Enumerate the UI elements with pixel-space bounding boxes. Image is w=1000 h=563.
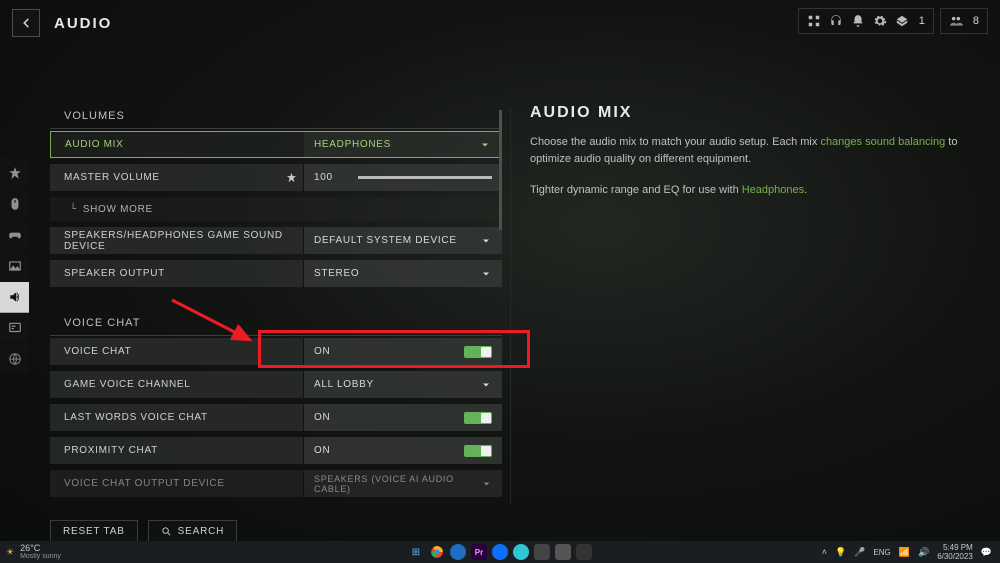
rail-graphics[interactable] <box>0 251 29 282</box>
search-icon <box>161 526 172 537</box>
row-last-words[interactable]: LAST WORDS VOICE CHAT ON <box>50 404 502 431</box>
grid-icon <box>807 14 821 28</box>
start-icon[interactable]: ⊞ <box>408 544 424 560</box>
value: ON <box>314 412 330 423</box>
chevron-down-icon <box>480 379 492 391</box>
app-generic-4[interactable] <box>555 544 571 560</box>
tray-notifications-icon[interactable]: 💬 <box>981 547 992 558</box>
info-link-1[interactable]: changes sound balancing <box>820 136 945 148</box>
row-game-voice-channel[interactable]: GAME VOICE CHANNEL ALL LOBBY <box>50 371 502 398</box>
rail-mouse[interactable] <box>0 189 29 220</box>
app-edge[interactable] <box>450 544 466 560</box>
value: STEREO <box>314 268 359 279</box>
row-master-volume[interactable]: MASTER VOLUME 100 <box>50 164 502 191</box>
voice-chat-toggle[interactable] <box>464 346 492 358</box>
chevron-left-icon <box>19 16 33 30</box>
info-p2: Tighter dynamic range and EQ for use wit… <box>530 182 960 199</box>
value: ON <box>314 346 330 357</box>
chevron-down-icon <box>480 268 492 280</box>
tray-wifi-icon[interactable]: 📶 <box>899 547 910 558</box>
master-volume-slider[interactable]: 100 <box>314 172 492 183</box>
player-count: 1 <box>919 15 925 27</box>
windows-taskbar[interactable]: ☀ 26°C Mostly sunny ⊞ Pr ˄ 💡 🎤 ENG 📶 🔊 5… <box>0 541 1000 563</box>
top-status-group[interactable]: 1 <box>798 8 934 34</box>
app-generic-2[interactable] <box>513 544 529 560</box>
label: VOICE CHAT <box>64 346 131 357</box>
section-header-voice: VOICE CHAT <box>50 311 502 336</box>
app-generic-5[interactable] <box>576 544 592 560</box>
tray-date[interactable]: 6/30/2023 <box>937 552 973 561</box>
rail-favorites[interactable] <box>0 158 29 189</box>
star-icon <box>286 172 297 183</box>
party-count: 8 <box>973 15 979 27</box>
weather-temp: 26°C <box>20 544 61 553</box>
chevron-down-icon <box>479 139 491 151</box>
page-title: AUDIO <box>54 15 112 32</box>
app-generic-1[interactable] <box>492 544 508 560</box>
show-more-button[interactable]: └ SHOW MORE <box>50 197 502 221</box>
value: ALL LOBBY <box>314 379 374 390</box>
rail-audio[interactable] <box>0 282 29 313</box>
weather-desc: Mostly sunny <box>20 553 61 560</box>
value: HEADPHONES <box>314 139 391 150</box>
column-divider <box>510 108 511 503</box>
rail-controller[interactable] <box>0 220 29 251</box>
label: AUDIO MIX <box>65 139 124 150</box>
value: DEFAULT SYSTEM DEVICE <box>314 235 457 246</box>
settings-list: VOLUMES AUDIO MIX HEADPHONES MASTER VOLU… <box>50 104 502 503</box>
value: 100 <box>314 172 348 183</box>
party-icon <box>949 14 963 28</box>
value: ON <box>314 445 330 456</box>
label: SPEAKERS/HEADPHONES GAME SOUND DEVICE <box>64 230 303 252</box>
weather-icon: ☀ <box>6 547 14 558</box>
tree-icon: └ <box>70 204 77 215</box>
label: SPEAKER OUTPUT <box>64 268 165 279</box>
chevron-down-icon <box>480 235 492 247</box>
gear-icon <box>873 14 887 28</box>
rank-icon <box>895 14 909 28</box>
reset-tab-button[interactable]: RESET TAB <box>50 520 138 543</box>
bell-icon <box>851 14 865 28</box>
taskbar-weather[interactable]: ☀ 26°C Mostly sunny <box>0 544 61 560</box>
section-header-volumes: VOLUMES <box>50 104 502 129</box>
info-link-2[interactable]: Headphones <box>742 184 804 196</box>
tray-lang[interactable]: ENG <box>873 548 890 557</box>
tray-icon-1[interactable]: 💡 <box>835 547 846 558</box>
tray-volume-icon[interactable]: 🔊 <box>918 547 929 558</box>
label: MASTER VOLUME <box>64 172 160 183</box>
label: GAME VOICE CHANNEL <box>64 379 191 390</box>
party-group[interactable]: 8 <box>940 8 988 34</box>
row-sound-device[interactable]: SPEAKERS/HEADPHONES GAME SOUND DEVICE DE… <box>50 227 502 254</box>
search-button[interactable]: SEARCH <box>148 520 237 543</box>
label: LAST WORDS VOICE CHAT <box>64 412 208 423</box>
last-words-toggle[interactable] <box>464 412 492 424</box>
back-button[interactable] <box>12 9 40 37</box>
proximity-toggle[interactable] <box>464 445 492 457</box>
scrollbar[interactable] <box>499 110 502 230</box>
app-chrome[interactable] <box>429 544 445 560</box>
row-audio-mix[interactable]: AUDIO MIX HEADPHONES <box>50 131 502 158</box>
chevron-down-icon <box>481 478 492 490</box>
info-p1: Choose the audio mix to match your audio… <box>530 134 960 168</box>
rail-interface[interactable] <box>0 313 29 344</box>
taskbar-apps: ⊞ Pr <box>408 544 592 560</box>
rail-network[interactable] <box>0 344 29 375</box>
tray-chevron-icon[interactable]: ˄ <box>822 547 827 557</box>
row-voice-chat[interactable]: VOICE CHAT ON <box>50 338 502 365</box>
app-premiere[interactable]: Pr <box>471 544 487 560</box>
info-title: AUDIO MIX <box>530 104 960 122</box>
row-speaker-output[interactable]: SPEAKER OUTPUT STEREO <box>50 260 502 287</box>
tray-time[interactable]: 5:49 PM <box>937 543 973 552</box>
row-proximity[interactable]: PROXIMITY CHAT ON <box>50 437 502 464</box>
tray-icon-2[interactable]: 🎤 <box>854 547 865 558</box>
app-generic-3[interactable] <box>534 544 550 560</box>
label: PROXIMITY CHAT <box>64 445 158 456</box>
settings-category-rail <box>0 158 29 375</box>
info-panel: AUDIO MIX Choose the audio mix to match … <box>530 104 960 213</box>
label: VOICE CHAT OUTPUT DEVICE <box>64 478 225 489</box>
headset-icon <box>829 14 843 28</box>
value: SPEAKERS (VOICE AI AUDIO CABLE) <box>314 474 481 494</box>
row-voice-output-device[interactable]: VOICE CHAT OUTPUT DEVICE SPEAKERS (VOICE… <box>50 470 502 497</box>
